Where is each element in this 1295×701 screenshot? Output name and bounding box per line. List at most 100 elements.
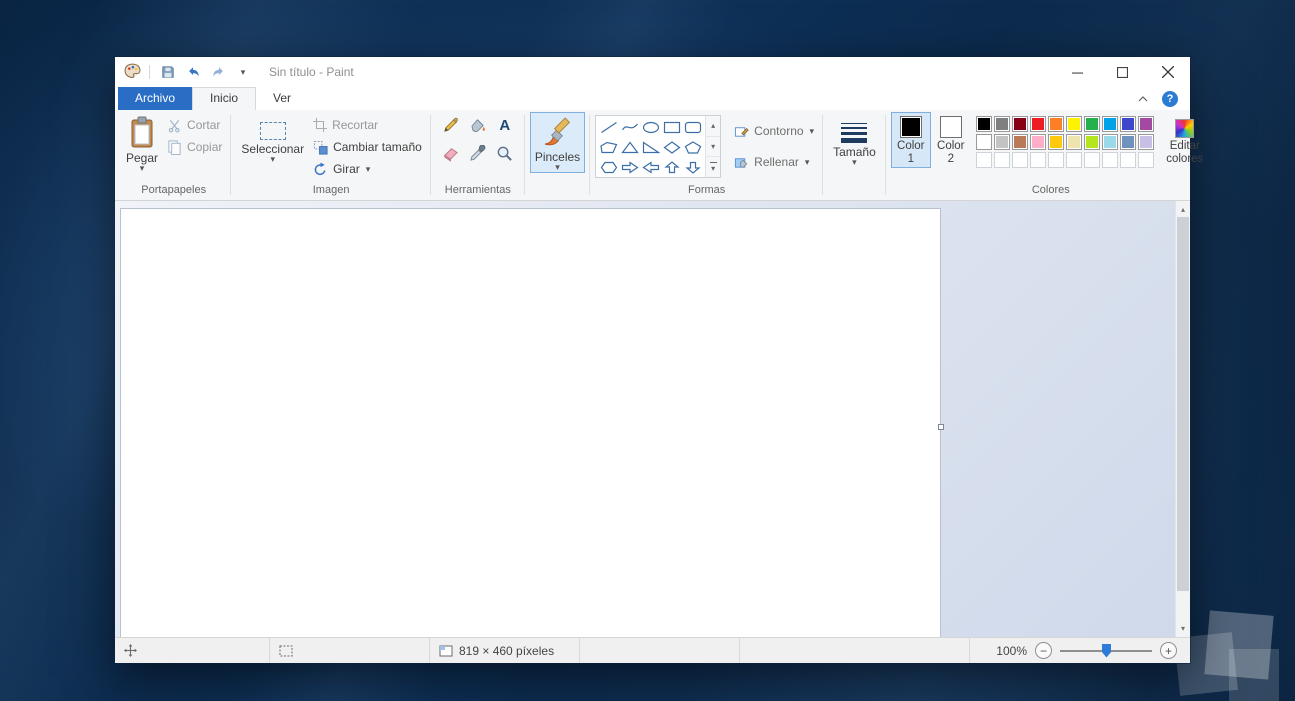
outline-button[interactable]: Contorno ▾ [730, 120, 818, 142]
palette-swatch[interactable] [975, 116, 992, 132]
text-tool-button[interactable]: A [492, 116, 518, 135]
palette-swatch[interactable] [1047, 116, 1064, 132]
window-title: Sin título - Paint [269, 65, 354, 79]
shape-hexagon-button[interactable] [598, 157, 619, 177]
palette-swatch[interactable] [1137, 116, 1154, 132]
shape-triangle-button[interactable] [619, 137, 640, 157]
color1-swatch [899, 116, 922, 138]
color2-label: Color 2 [937, 140, 965, 165]
tab-inicio[interactable]: Inicio [192, 87, 257, 110]
zoom-slider-thumb[interactable] [1102, 643, 1111, 658]
select-button[interactable]: Seleccionar ▾ [236, 112, 309, 165]
fill-tool-button[interactable] [465, 116, 491, 135]
fill-shape-button[interactable]: Rellenar ▾ [730, 151, 818, 173]
gallery-scroll-down-button[interactable]: ▾ [706, 136, 721, 158]
color-picker-tool-button[interactable] [465, 144, 491, 163]
palette-swatch-empty[interactable] [1101, 152, 1118, 168]
redo-button[interactable] [208, 61, 228, 83]
brush-icon [545, 117, 571, 146]
scroll-up-button[interactable]: ▴ [1176, 202, 1190, 217]
crop-button[interactable]: Recortar [309, 114, 426, 136]
palette-swatch-empty[interactable] [1065, 152, 1082, 168]
palette-swatch-empty[interactable] [1137, 152, 1154, 168]
palette-swatch[interactable] [1029, 116, 1046, 132]
zoom-slider[interactable] [1060, 643, 1152, 659]
drawing-canvas[interactable] [121, 209, 940, 637]
palette-swatch[interactable] [1083, 116, 1100, 132]
palette-swatch-empty[interactable] [1029, 152, 1046, 168]
palette-swatch[interactable] [1083, 134, 1100, 150]
palette-swatch[interactable] [1065, 134, 1082, 150]
color2-button[interactable]: Color 2 [931, 112, 971, 168]
tab-archivo[interactable]: Archivo [118, 87, 193, 110]
crop-label: Recortar [332, 118, 379, 132]
palette-swatch-empty[interactable] [1011, 152, 1028, 168]
magnifier-tool-button[interactable] [492, 144, 518, 163]
palette-swatch[interactable] [1101, 116, 1118, 132]
shape-arrow-down-button[interactable] [682, 157, 703, 177]
palette-swatch[interactable] [1047, 134, 1064, 150]
copy-button[interactable]: Copiar [163, 136, 226, 158]
edit-colors-button[interactable]: Editar colores [1159, 112, 1211, 168]
pencil-tool-button[interactable] [438, 116, 464, 135]
zoom-in-button[interactable]: + [1160, 642, 1177, 659]
palette-swatch[interactable] [1137, 134, 1154, 150]
palette-swatch[interactable] [1011, 116, 1028, 132]
shape-arrow-up-button[interactable] [661, 157, 682, 177]
palette-swatch[interactable] [1029, 134, 1046, 150]
save-button[interactable] [158, 61, 178, 83]
shape-rectangle-button[interactable] [661, 117, 682, 137]
eraser-tool-button[interactable] [438, 144, 464, 163]
vertical-scrollbar-thumb[interactable] [1177, 217, 1189, 591]
tab-ver[interactable]: Ver [256, 87, 308, 110]
palette-swatch[interactable] [1119, 134, 1136, 150]
gallery-more-button[interactable]: ▾ [706, 157, 721, 178]
shape-arrow-left-button[interactable] [640, 157, 661, 177]
color1-button[interactable]: Color 1 [890, 112, 931, 168]
palette-swatch[interactable] [1101, 134, 1118, 150]
palette-swatch-empty[interactable] [993, 152, 1010, 168]
chevron-down-icon: ▾ [809, 125, 815, 136]
shape-arrow-right-button[interactable] [619, 157, 640, 177]
palette-swatch-empty[interactable] [1119, 152, 1136, 168]
customize-quick-access-button[interactable]: ▾ [233, 61, 253, 83]
brushes-button[interactable]: Pinceles ▾ [529, 112, 586, 173]
shape-curve-button[interactable] [619, 117, 640, 137]
shape-polygon-button[interactable] [598, 137, 619, 157]
palette-swatch[interactable] [993, 134, 1010, 150]
help-button[interactable]: ? [1162, 90, 1178, 107]
palette-swatch[interactable] [1119, 116, 1136, 132]
close-button[interactable] [1145, 57, 1190, 87]
canvas-resize-handle-right[interactable] [938, 424, 944, 430]
shape-pentagon-button[interactable] [682, 137, 703, 157]
edit-colors-label: Editar colores [1166, 140, 1204, 165]
palette-swatch-empty[interactable] [1047, 152, 1064, 168]
outline-icon [735, 126, 749, 137]
resize-button[interactable]: Cambiar tamaño [309, 136, 426, 158]
palette-swatch-empty[interactable] [1083, 152, 1100, 168]
vertical-scrollbar[interactable]: ▴ ▾ [1175, 201, 1190, 637]
zoom-out-button[interactable]: − [1035, 642, 1052, 659]
cut-button[interactable]: Cortar [163, 114, 226, 136]
size-button[interactable]: Tamaño ▾ [828, 112, 881, 168]
palette-swatch[interactable] [975, 134, 992, 150]
palette-swatch-empty[interactable] [975, 152, 992, 168]
palette-swatch[interactable] [1065, 116, 1082, 132]
scroll-down-button[interactable]: ▾ [1176, 621, 1190, 636]
palette-swatch[interactable] [1011, 134, 1028, 150]
paste-button[interactable]: Pegar ▾ [121, 112, 163, 174]
shape-rounded-rectangle-button[interactable] [682, 117, 703, 137]
maximize-button[interactable] [1100, 57, 1145, 87]
gallery-scroll-up-button[interactable]: ▴ [706, 116, 721, 137]
collapse-ribbon-button[interactable] [1134, 90, 1152, 108]
shape-right-triangle-button[interactable] [640, 137, 661, 157]
minimize-button[interactable] [1055, 57, 1100, 87]
palette-swatch[interactable] [993, 116, 1010, 132]
shape-diamond-button[interactable] [661, 137, 682, 157]
shape-line-button[interactable] [598, 117, 619, 137]
shape-oval-button[interactable] [640, 117, 661, 137]
color-palette [975, 115, 1155, 169]
rotate-button[interactable]: Girar ▾ [309, 158, 426, 180]
titlebar[interactable]: ▾ Sin título - Paint [115, 57, 1190, 87]
undo-button[interactable] [183, 61, 203, 83]
